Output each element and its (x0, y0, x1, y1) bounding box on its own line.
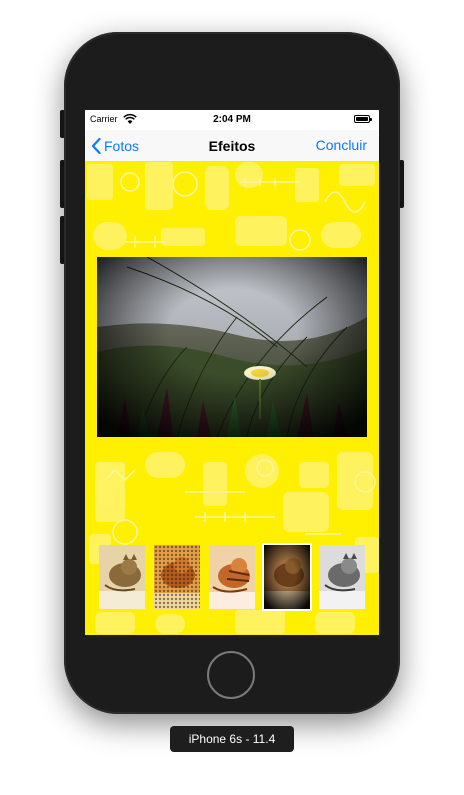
filter-thumbnail-posterize[interactable] (209, 545, 255, 609)
filter-thumbnail-sepia[interactable] (99, 545, 145, 609)
filter-thumbnail-mono[interactable] (319, 545, 365, 609)
home-button[interactable] (207, 651, 255, 699)
filter-thumbnail-vignette[interactable] (262, 543, 312, 611)
back-button-label: Fotos (104, 138, 140, 154)
effects-content (85, 162, 379, 635)
status-bar: Carrier 2:04 PM (85, 110, 379, 130)
main-photo (97, 257, 367, 437)
filter-thumbnail-halftone[interactable] (154, 545, 200, 609)
chevron-left-icon (91, 138, 101, 154)
done-button[interactable]: Concluir (316, 137, 367, 153)
phone-screen: Carrier 2:04 PM Fotos Efeitos Concluir (85, 110, 379, 635)
navigation-bar: Fotos Efeitos Concluir (85, 130, 379, 162)
simulator-device-label: iPhone 6s - 11.4 (170, 726, 294, 752)
battery-icon (354, 115, 372, 123)
back-button[interactable]: Fotos (91, 135, 139, 157)
filter-thumbnails (85, 543, 379, 611)
status-time: 2:04 PM (213, 114, 251, 125)
